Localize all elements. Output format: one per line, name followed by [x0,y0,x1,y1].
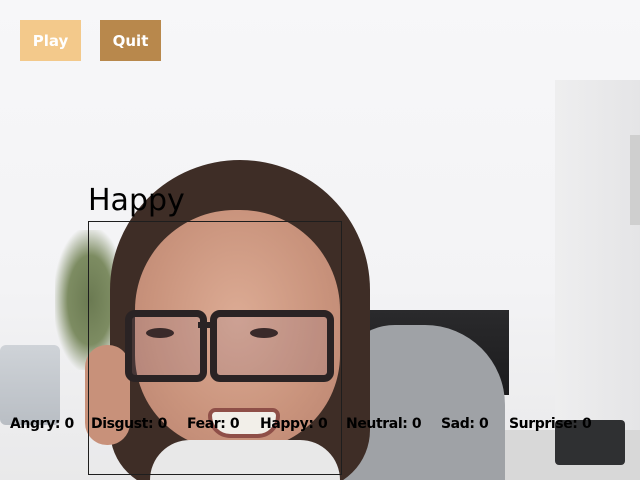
sofa [0,345,60,425]
count-angry: Angry: 0 [10,416,74,432]
detected-emotion-label: Happy [88,183,185,218]
door-frame [630,135,640,225]
count-surprise: Surprise: 0 [509,416,592,432]
count-happy: Happy: 0 [260,416,328,432]
face-bounding-box [88,221,342,475]
count-disgust: Disgust: 0 [91,416,167,432]
count-fear: Fear: 0 [187,416,240,432]
count-sad: Sad: 0 [441,416,489,432]
count-neutral: Neutral: 0 [346,416,422,432]
play-button[interactable]: Play [20,20,81,61]
quit-button[interactable]: Quit [100,20,161,61]
